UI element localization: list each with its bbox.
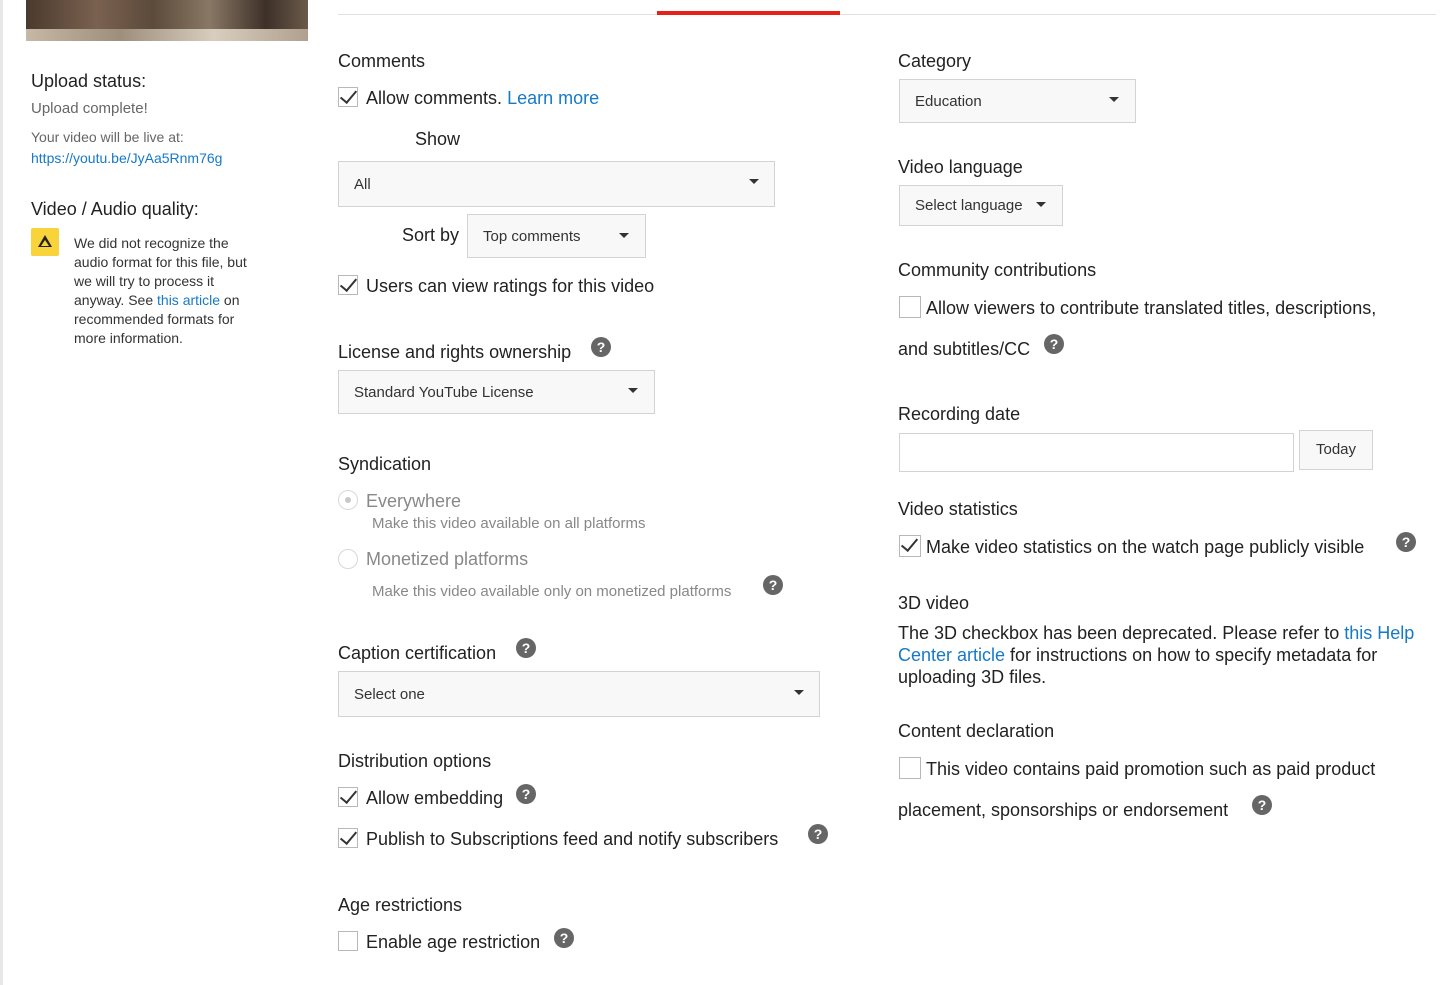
content-declaration-heading: Content declaration <box>898 721 1055 741</box>
chevron-down-icon <box>628 388 638 393</box>
monetized-label: Monetized platforms <box>366 549 529 569</box>
3d-line: uploading 3D files. <box>898 667 1047 687</box>
license-heading: License and rights ownership <box>338 342 572 362</box>
3d-line: The 3D checkbox has been deprecated. Ple… <box>898 622 1443 644</box>
video-url-link[interactable]: https://youtu.be/JyAa5Rnm76g <box>31 150 222 166</box>
this-article-link[interactable]: this article <box>157 292 220 308</box>
audio-warning-message: We did not recognize the audio format fo… <box>74 234 247 348</box>
allow-embedding-checkbox[interactable] <box>338 787 358 807</box>
allow-embedding-label: Allow embedding <box>366 788 504 808</box>
age-heading: Age restrictions <box>338 895 463 915</box>
publish-subscriptions-checkbox[interactable] <box>338 828 358 848</box>
help-icon[interactable]: ? <box>1044 334 1064 354</box>
sort-by-select[interactable]: Top comments <box>467 214 646 258</box>
community-heading: Community contributions <box>898 260 1097 280</box>
today-button[interactable]: Today <box>1299 430 1373 470</box>
chevron-down-icon <box>794 690 804 695</box>
category-value: Education <box>915 92 982 110</box>
thumbnail-strip <box>26 29 308 41</box>
warning-line: audio format for this file, but <box>74 254 247 270</box>
3d-text: The 3D checkbox has been deprecated. Ple… <box>898 623 1345 643</box>
help-icon[interactable]: ? <box>1396 532 1416 552</box>
help-icon[interactable]: ? <box>516 784 536 804</box>
help-icon[interactable]: ? <box>591 337 611 357</box>
recording-date-heading: Recording date <box>898 404 1021 424</box>
warning-line: anyway. See this article on <box>74 291 247 310</box>
allow-comments-checkbox[interactable] <box>338 87 358 107</box>
active-tab-indicator <box>657 11 840 15</box>
video-statistics-heading: Video statistics <box>898 499 1018 519</box>
caption-heading: Caption certification <box>338 643 497 663</box>
paid-promotion-line2: placement, sponsorships or endorsement <box>898 800 1229 820</box>
view-ratings-checkbox[interactable] <box>338 275 358 295</box>
show-label: Show <box>415 129 461 149</box>
paid-promotion-line1: This video contains paid promotion such … <box>926 759 1376 779</box>
video-language-select[interactable]: Select language <box>899 185 1063 226</box>
allow-comments-row: Allow comments. Learn more <box>366 88 599 109</box>
help-icon[interactable]: ? <box>808 824 828 844</box>
paid-promotion-checkbox[interactable] <box>899 757 921 779</box>
video-statistics-checkbox[interactable] <box>899 535 921 557</box>
3d-video-text: The 3D checkbox has been deprecated. Ple… <box>898 622 1443 688</box>
license-value: Standard YouTube License <box>354 383 534 401</box>
show-comments-select[interactable]: All <box>338 161 775 207</box>
warning-line: recommended formats for <box>74 311 235 327</box>
category-select[interactable]: Education <box>899 79 1136 123</box>
community-line1: Allow viewers to contribute translated t… <box>926 298 1377 318</box>
warning-text: anyway. See <box>74 292 158 308</box>
help-icon[interactable]: ? <box>516 638 536 658</box>
video-language-value: Select language <box>915 197 1023 214</box>
chevron-down-icon <box>749 179 759 184</box>
warning-line: we will try to process it <box>74 273 215 289</box>
video-language-heading: Video language <box>898 157 1023 177</box>
caption-select[interactable]: Select one <box>338 671 820 717</box>
everywhere-description: Make this video available on all platfor… <box>372 515 646 532</box>
tab-bar-divider <box>338 14 1436 15</box>
help-icon[interactable]: ? <box>763 575 783 595</box>
community-line2: and subtitles/CC <box>898 339 1031 359</box>
live-at-text: Your video will be live at: <box>31 129 184 145</box>
everywhere-label: Everywhere <box>366 491 462 511</box>
comments-heading: Comments <box>338 51 426 71</box>
age-restriction-label: Enable age restriction <box>366 932 541 952</box>
category-heading: Category <box>898 51 972 71</box>
3d-line: Center article for instructions on how t… <box>898 644 1443 666</box>
3d-video-heading: 3D video <box>898 593 970 613</box>
page-left-border <box>0 0 3 985</box>
warning-icon <box>31 228 59 256</box>
help-icon[interactable]: ? <box>554 928 574 948</box>
video-thumbnail[interactable] <box>26 0 308 41</box>
monetized-radio[interactable] <box>338 549 358 569</box>
upload-complete-text: Upload complete! <box>31 100 148 117</box>
allow-comments-label: Allow comments. <box>366 88 503 108</box>
warning-line: We did not recognize the <box>74 235 229 251</box>
monetized-description: Make this video available only on moneti… <box>372 583 732 600</box>
distribution-heading: Distribution options <box>338 751 492 771</box>
caption-value: Select one <box>354 685 425 703</box>
chevron-down-icon <box>1109 97 1119 102</box>
recording-date-input[interactable] <box>899 433 1294 472</box>
learn-more-link[interactable]: Learn more <box>507 88 599 108</box>
chevron-down-icon <box>1036 202 1046 207</box>
upload-status-label: Upload status: <box>31 71 147 91</box>
age-restriction-checkbox[interactable] <box>338 931 358 951</box>
video-statistics-label: Make video statistics on the watch page … <box>926 537 1365 557</box>
sort-by-value: Top comments <box>483 227 581 245</box>
syndication-heading: Syndication <box>338 454 432 474</box>
help-center-link[interactable]: this Help <box>1344 623 1414 643</box>
warning-line: more information. <box>74 330 183 346</box>
3d-text: for instructions on how to specify metad… <box>1005 645 1378 665</box>
warning-text: on <box>220 292 240 308</box>
show-comments-value: All <box>354 175 371 193</box>
view-ratings-label: Users can view ratings for this video <box>366 276 655 296</box>
help-icon[interactable]: ? <box>1252 795 1272 815</box>
publish-subscriptions-label: Publish to Subscriptions feed and notify… <box>366 829 779 849</box>
quality-label: Video / Audio quality: <box>31 199 199 219</box>
everywhere-radio[interactable] <box>338 490 358 510</box>
community-contributions-checkbox[interactable] <box>899 296 921 318</box>
help-center-link[interactable]: Center article <box>898 645 1005 665</box>
license-select[interactable]: Standard YouTube License <box>338 370 655 414</box>
chevron-down-icon <box>619 233 629 238</box>
sort-by-label: Sort by <box>402 225 460 245</box>
